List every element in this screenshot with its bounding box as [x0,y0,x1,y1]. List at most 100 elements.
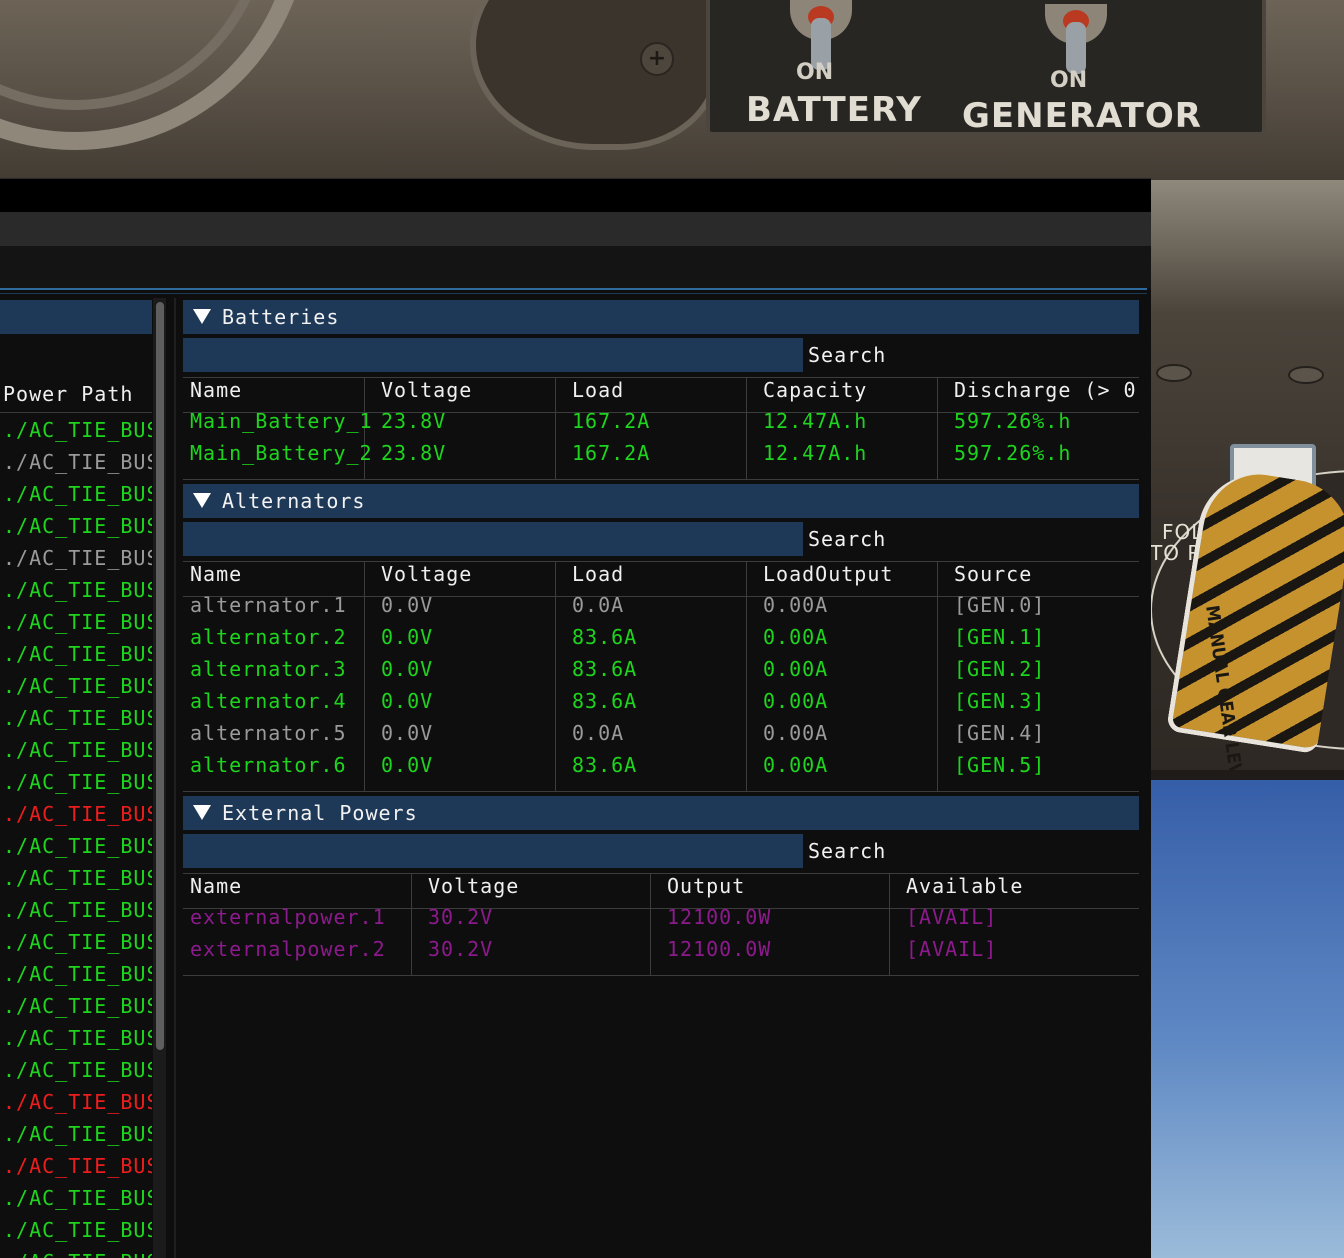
power-path-row[interactable]: ./AC_TIE_BUS [3,450,152,474]
table-cell: 0.0V [381,721,434,745]
external-powers-section-title: External Powers [222,801,418,825]
table-cell: 12.47A.h [763,441,868,465]
column-divider[interactable] [937,561,938,791]
alternators-search-input[interactable] [183,522,803,556]
collapse-triangle-icon[interactable] [193,309,211,324]
table-cell: 0.0V [381,625,434,649]
column-header[interactable]: Voltage [381,378,472,402]
alternators-section-header[interactable]: Alternators [183,484,1139,518]
table-bottom-border [183,791,1139,792]
table-cell: 597.26%.h [954,441,1072,465]
generator-switch-state: ON [1050,68,1088,93]
batteries-section-header[interactable]: Batteries [183,300,1139,334]
table-cell: 83.6A [572,657,638,681]
power-path-row[interactable]: ./AC_TIE_BUS [3,578,152,602]
table-cell: [GEN.5] [954,753,1046,777]
power-path-row[interactable]: ./AC_TIE_BUS [3,994,152,1018]
table-cell: 0.00A [763,625,829,649]
external-powers-section-header[interactable]: External Powers [183,796,1139,830]
table-cell: alternator.2 [190,625,347,649]
window-title-bar[interactable] [0,178,1151,212]
column-header[interactable]: Name [190,378,242,402]
column-header[interactable]: Voltage [381,562,472,586]
column-header[interactable]: Name [190,874,242,898]
table-cell: 0.00A [763,753,829,777]
power-path-row[interactable]: ./AC_TIE_BUS [3,866,152,890]
collapse-triangle-icon[interactable] [193,805,211,820]
tab-divider [0,293,1147,294]
column-divider[interactable] [889,873,890,975]
column-divider[interactable] [937,377,938,479]
power-path-row[interactable]: ./AC_TIE_BUS [3,802,152,826]
panel-screw-icon [1288,366,1324,384]
electrical-debug-window: Power Path ./AC_TIE_BUS ./AC_TIE_BUS ./AC_… [0,178,1151,1258]
external-powers-search-label: Search [808,839,887,863]
table-cell: 167.2A [572,409,651,433]
power-path-row[interactable]: ./AC_TIE_BUS [3,674,152,698]
column-header[interactable]: Load [572,378,624,402]
scrollbar-thumb[interactable] [156,302,164,1050]
power-path-row[interactable]: ./AC_TIE_BUS [3,1186,152,1210]
table-cell: externalpower.1 [190,905,386,929]
generator-toggle-switch[interactable] [1045,4,1107,74]
table-cell: [GEN.4] [954,721,1046,745]
power-path-row[interactable]: ./AC_TIE_BUS [3,546,152,570]
power-path-row[interactable]: ./AC_TIE_BUS [3,642,152,666]
table-cell: 83.6A [572,625,638,649]
table-cell: 23.8V [381,441,447,465]
column-divider[interactable] [746,377,747,479]
screw-icon: + [640,42,674,76]
power-path-row[interactable]: ./AC_TIE_BUS [3,418,152,442]
column-header[interactable]: Discharge (> 0) [954,378,1139,402]
table-cell: 0.0A [572,721,625,745]
power-path-row[interactable]: ./AC_TIE_BUS [3,1154,152,1178]
power-path-row[interactable]: ./AC_TIE_BUS [3,834,152,858]
power-path-row[interactable]: ./AC_TIE_BUS [3,1058,152,1082]
table-cell: 0.0A [572,593,625,617]
batteries-search-input[interactable] [183,338,803,372]
table-cell: 0.0V [381,753,434,777]
column-divider[interactable] [746,561,747,791]
power-path-row[interactable]: ./AC_TIE_BUS [3,1218,152,1242]
column-separator [0,412,152,413]
battery-switch-state: ON [796,60,834,85]
column-header[interactable]: Source [954,562,1032,586]
pane-divider[interactable] [174,298,176,1258]
table-cell: 12100.0W [667,937,772,961]
power-path-row[interactable]: ./AC_TIE_BUS [3,1122,152,1146]
power-path-row[interactable]: ./AC_TIE_BUS [3,482,152,506]
column-header[interactable]: Available [906,874,1023,898]
column-header[interactable]: Name [190,562,242,586]
table-cell: alternator.6 [190,753,347,777]
power-path-row[interactable]: ./AC_TIE_BUS [3,610,152,634]
column-header[interactable]: Load [572,562,624,586]
column-divider[interactable] [650,873,651,975]
power-path-row[interactable]: ./AC_TIE_BUS [3,738,152,762]
power-path-row[interactable]: ./AC_TIE_BUS [3,1090,152,1114]
power-path-row[interactable]: ./AC_TIE_BUS [3,770,152,794]
power-path-row[interactable]: ./AC_TIE_BUS [3,962,152,986]
table-cell: alternator.5 [190,721,347,745]
power-path-row[interactable]: ./AC_TIE_BUS [3,706,152,730]
collapse-triangle-icon[interactable] [193,493,211,508]
table-cell: alternator.3 [190,657,347,681]
external-powers-search-input[interactable] [183,834,803,868]
column-header[interactable]: LoadOutput [763,562,893,586]
power-path-row[interactable]: ./AC_TIE_BUS [3,930,152,954]
power-path-row[interactable]: ./AC_TIE_BUS [3,1250,152,1258]
column-header[interactable]: Voltage [428,874,519,898]
table-cell: 0.00A [763,657,829,681]
power-path-row[interactable]: ./AC_TIE_BUS [3,1026,152,1050]
column-divider[interactable] [555,561,556,791]
table-cell: 23.8V [381,409,447,433]
column-divider[interactable] [364,561,365,791]
power-path-row[interactable]: ./AC_TIE_BUS [3,898,152,922]
table-cell: 167.2A [572,441,651,465]
power-path-row[interactable]: ./AC_TIE_BUS [3,514,152,538]
column-divider[interactable] [411,873,412,975]
power-path-column-header[interactable]: Power Path [3,382,133,406]
column-header[interactable]: Output [667,874,745,898]
column-divider[interactable] [555,377,556,479]
column-header[interactable]: Capacity [763,378,867,402]
table-cell: [AVAIL] [906,937,998,961]
